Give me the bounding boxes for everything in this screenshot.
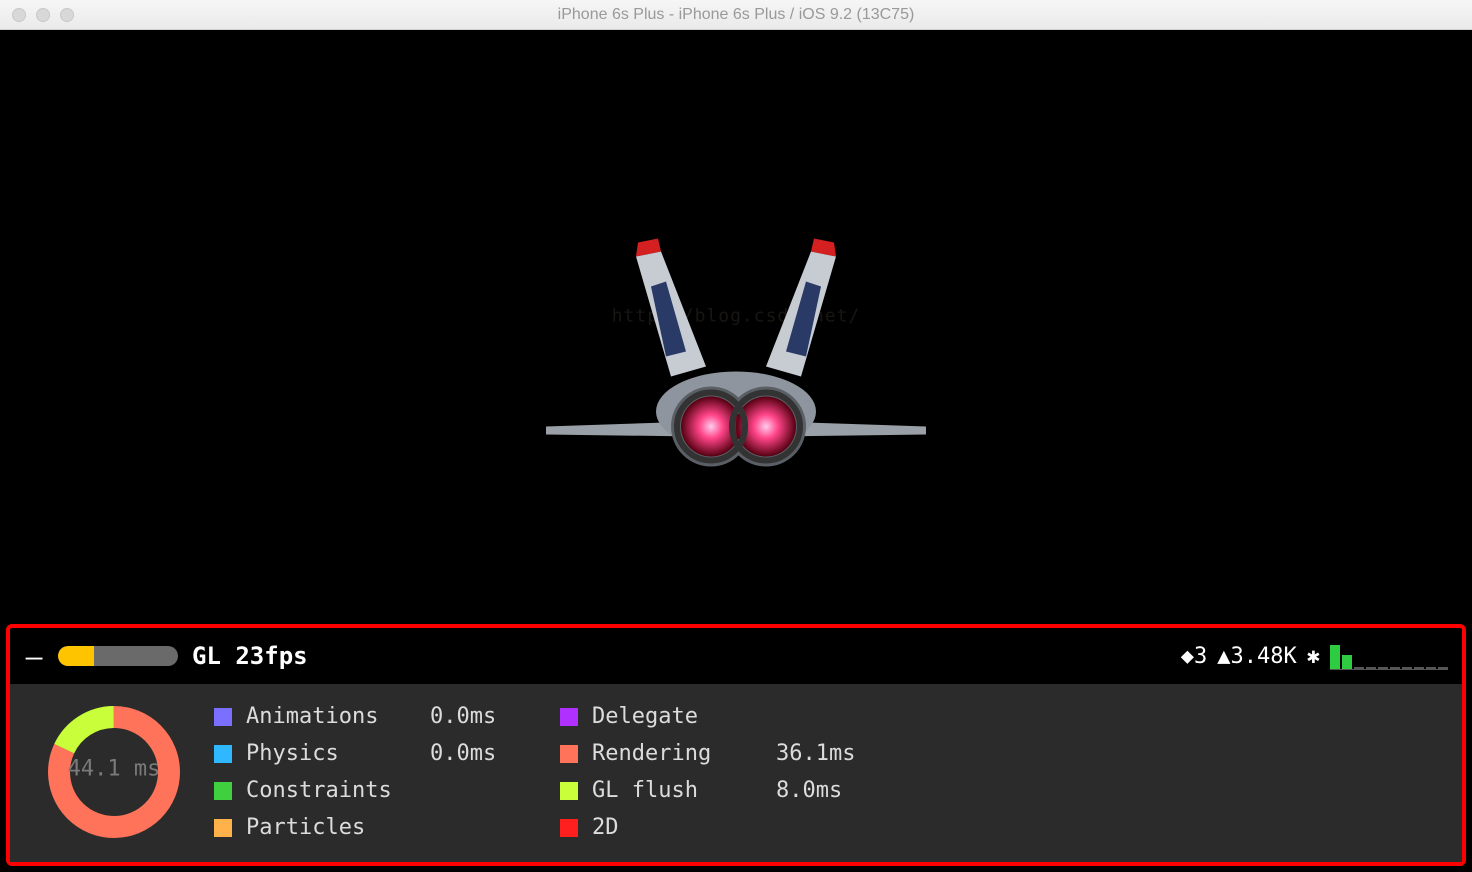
- legend-value: 0.0ms: [430, 741, 520, 766]
- legend-label: GL flush: [592, 778, 762, 803]
- minimize-window-button[interactable]: [36, 8, 50, 22]
- legend-label: Particles: [246, 815, 416, 840]
- close-window-button[interactable]: [12, 8, 26, 22]
- legend-label: Constraints: [246, 778, 416, 803]
- collapse-debug-button[interactable]: –: [24, 640, 44, 673]
- legend-row: Rendering 36.1ms: [560, 741, 866, 766]
- traffic-lights: [12, 8, 74, 22]
- window-title: iPhone 6s Plus - iPhone 6s Plus / iOS 9.…: [0, 6, 1472, 24]
- simulator-viewport[interactable]: http://blog.csdn.net/: [0, 30, 1472, 598]
- legend-swatch: [560, 782, 578, 800]
- frame-time-donut: 44.1 ms: [44, 702, 184, 842]
- stat-diamond: ◆3: [1181, 644, 1208, 669]
- legend-value: 36.1ms: [776, 741, 866, 766]
- legend-row: Particles: [214, 815, 520, 840]
- legend-label: Physics: [246, 741, 416, 766]
- legend-swatch: [560, 745, 578, 763]
- legend-label: 2D: [592, 815, 762, 840]
- debug-top-stats: ◆3 ▲3.48K ✱: [1181, 642, 1448, 670]
- jet-model: [506, 227, 966, 492]
- fps-gauge: [58, 646, 178, 666]
- zoom-window-button[interactable]: [60, 8, 74, 22]
- fps-gauge-fill: [58, 646, 94, 666]
- legend-row: Constraints: [214, 778, 520, 803]
- legend-value: 8.0ms: [776, 778, 866, 803]
- legend-swatch: [560, 708, 578, 726]
- legend-label: Animations: [246, 704, 416, 729]
- window-title-bar: iPhone 6s Plus - iPhone 6s Plus / iOS 9.…: [0, 0, 1472, 30]
- fps-label: GL 23fps: [192, 642, 308, 670]
- legend-row: 2D: [560, 815, 866, 840]
- legend-swatch: [214, 745, 232, 763]
- legend-swatch: [214, 782, 232, 800]
- legend-value: 0.0ms: [430, 704, 520, 729]
- legend-swatch: [214, 819, 232, 837]
- debug-legend: Animations 0.0ms Physics 0.0ms Constraints Pa…: [214, 704, 866, 840]
- legend-label: Delegate: [592, 704, 762, 729]
- fps-sparkline: [1330, 642, 1448, 670]
- legend-column-1: Animations 0.0ms Physics 0.0ms Constraints Pa…: [214, 704, 520, 840]
- stat-triangles: ▲3.48K: [1217, 644, 1296, 669]
- legend-row: GL flush 8.0ms: [560, 778, 866, 803]
- legend-row: Delegate: [560, 704, 866, 729]
- legend-swatch: [560, 819, 578, 837]
- legend-column-2: Delegate Rendering 36.1ms GL flush 8.0ms 2D: [560, 704, 866, 840]
- legend-row: Animations 0.0ms: [214, 704, 520, 729]
- scenekit-debug-panel: – GL 23fps ◆3 ▲3.48K ✱: [6, 624, 1466, 866]
- legend-swatch: [214, 708, 232, 726]
- debug-body: 44.1 ms Animations 0.0ms Physics 0.0ms Const…: [10, 684, 1462, 862]
- stat-star: ✱: [1307, 644, 1320, 669]
- frame-time-label: 44.1 ms: [44, 757, 184, 782]
- debug-top-bar: – GL 23fps ◆3 ▲3.48K ✱: [10, 628, 1462, 684]
- legend-row: Physics 0.0ms: [214, 741, 520, 766]
- legend-label: Rendering: [592, 741, 762, 766]
